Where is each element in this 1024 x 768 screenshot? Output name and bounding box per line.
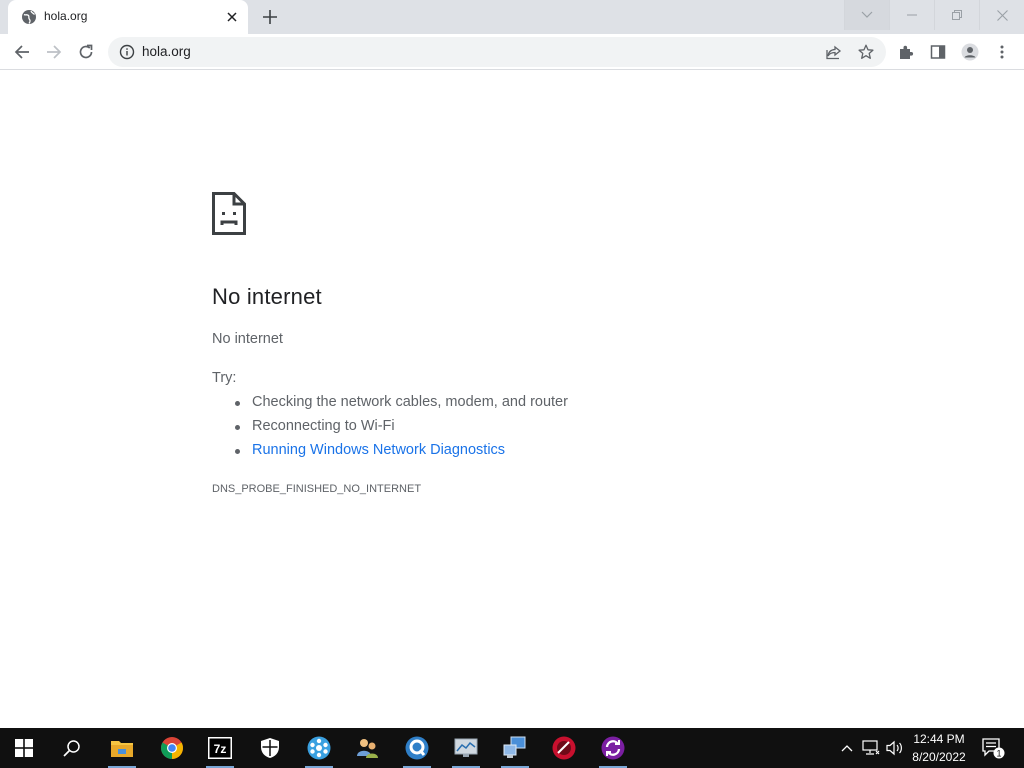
star-icon <box>858 44 874 59</box>
network-app-icon[interactable] <box>295 728 343 768</box>
security-shield-icon[interactable] <box>246 728 294 768</box>
try-label: Try: <box>212 370 237 386</box>
suggestion-item: Reconnecting to Wi-Fi <box>212 418 568 442</box>
red-disc-app-icon[interactable] <box>540 728 588 768</box>
puzzle-icon <box>900 45 914 59</box>
menu-button[interactable] <box>988 38 1016 66</box>
forward-button[interactable] <box>40 38 68 66</box>
network-icon[interactable] <box>860 728 882 768</box>
clock-date: 8/20/2022 <box>912 750 966 764</box>
q-app-icon[interactable] <box>393 728 441 768</box>
system-clock[interactable]: 12:44 PM 8/20/2022 <box>904 730 974 766</box>
volume-icon[interactable] <box>884 728 906 768</box>
bookmark-button[interactable] <box>852 38 880 66</box>
7zip-icon[interactable]: 7z <box>196 728 244 768</box>
tab-title: hola.org <box>44 9 88 23</box>
svg-text:7z: 7z <box>214 742 227 756</box>
start-icon[interactable] <box>0 728 48 768</box>
tab-search-button[interactable] <box>844 0 889 30</box>
address-bar[interactable]: hola.org <box>108 37 886 67</box>
extensions-button[interactable] <box>892 38 920 66</box>
back-arrow-icon <box>14 45 29 59</box>
suggestion-item: Checking the network cables, modem, and … <box>212 394 568 418</box>
kebab-menu-icon <box>1000 45 1004 59</box>
globe-icon <box>21 9 37 25</box>
sad-document-icon <box>212 192 246 240</box>
minimize-button[interactable] <box>889 0 934 30</box>
info-icon[interactable] <box>119 44 135 65</box>
side-panel-button[interactable] <box>924 38 952 66</box>
profile-button[interactable] <box>956 38 984 66</box>
reload-button[interactable] <box>72 38 100 66</box>
side-panel-icon <box>930 45 946 59</box>
notification-center-icon[interactable]: 1 <box>980 728 1006 768</box>
window-controls <box>844 0 1024 30</box>
share-button[interactable] <box>820 38 848 66</box>
browser-toolbar: hola.org <box>0 34 1024 70</box>
back-button[interactable] <box>8 38 36 66</box>
monitor-app-icon[interactable] <box>442 728 490 768</box>
error-heading: No internet <box>212 284 322 309</box>
chevron-up-icon[interactable] <box>838 728 856 768</box>
search-icon[interactable] <box>48 728 96 768</box>
file-explorer-icon[interactable] <box>98 728 146 768</box>
clock-time: 12:44 PM <box>913 732 965 746</box>
tab-strip: hola.org <box>0 0 1024 34</box>
new-tab-button[interactable] <box>258 6 282 28</box>
error-code: DNS_PROBE_FINISHED_NO_INTERNET <box>212 483 422 495</box>
close-window-button[interactable] <box>979 0 1024 30</box>
url-text[interactable]: hola.org <box>142 44 191 59</box>
users-app-icon[interactable] <box>344 728 392 768</box>
remote-desktop-icon[interactable] <box>491 728 539 768</box>
error-summary: No internet <box>212 331 283 347</box>
sync-app-icon[interactable] <box>589 728 637 768</box>
suggestions-list: Checking the network cables, modem, and … <box>212 394 568 466</box>
share-icon <box>826 45 842 60</box>
forward-arrow-icon <box>47 45 62 59</box>
network-diagnostics-link[interactable]: Running Windows Network Diagnostics <box>212 442 568 466</box>
chrome-icon[interactable] <box>148 728 196 768</box>
tab-close-icon[interactable] <box>222 7 242 27</box>
reload-icon <box>79 44 93 59</box>
restore-button[interactable] <box>934 0 979 30</box>
avatar-icon <box>961 43 979 61</box>
browser-tab[interactable]: hola.org <box>8 0 248 34</box>
taskbar: 7z 12:44 PM 8/20/2022 1 <box>0 728 1024 768</box>
notification-count: 1 <box>996 749 1001 759</box>
